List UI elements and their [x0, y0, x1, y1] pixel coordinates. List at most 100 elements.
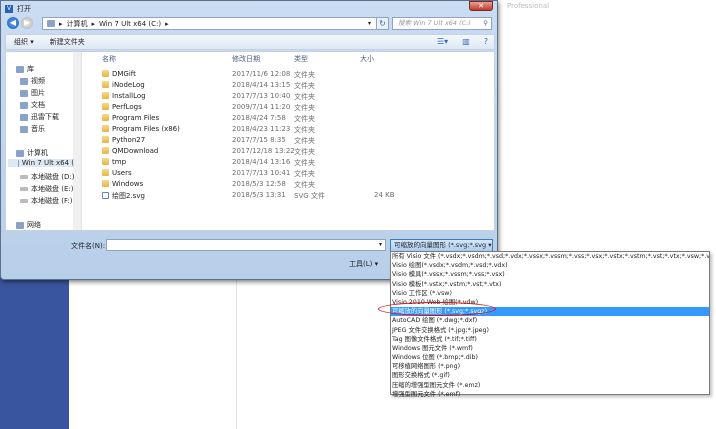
forward-button[interactable]: ▶ [21, 17, 33, 29]
nav-label: 文档 [31, 101, 45, 109]
chevron-down-icon[interactable]: ▾ [379, 241, 382, 248]
file-name: Python27 [102, 136, 145, 144]
file-date: 2018/5/3 12:58 [232, 180, 286, 188]
nav-item-drive-e[interactable]: 本地磁盘 (E:) [20, 184, 73, 194]
filetype-option[interactable]: 可移植网络图形 (*.png) [391, 362, 709, 371]
file-date: 2017/11/6 12:08 [232, 70, 291, 78]
file-type: 文件夹 [294, 137, 315, 145]
nav-item-downloads[interactable]: 迅雷下载 [20, 112, 59, 122]
svg-file-icon [102, 192, 109, 199]
file-row[interactable]: tmp 2018/4/14 13:16 文件夹 [92, 157, 492, 168]
file-date: 2018/5/3 13:31 [232, 191, 286, 199]
music-icon [20, 125, 28, 133]
file-date: 2018/4/14 13:16 [232, 158, 291, 166]
drive-icon [20, 187, 28, 191]
nav-item-network[interactable]: 网络 [16, 220, 41, 230]
filetype-option[interactable]: 增强型图元文件 (*.emf) [391, 390, 709, 399]
drive-icon [20, 175, 28, 179]
file-type: 文件夹 [294, 170, 315, 178]
nav-label: 本地磁盘 (E:) [31, 185, 74, 193]
drive-icon [20, 199, 28, 203]
background-text: Professional [507, 2, 550, 10]
file-row[interactable]: Windows 2018/5/3 12:58 文件夹 [92, 179, 492, 190]
file-row[interactable]: Python27 2017/7/15 8:35 文件夹 [92, 135, 492, 146]
column-type[interactable]: 类型 [294, 54, 308, 64]
filetype-option[interactable]: AutoCAD 绘图 (*.dwg;*.dxf) [391, 316, 709, 325]
file-row[interactable]: Program Files 2018/4/24 7:58 文件夹 [92, 113, 492, 124]
breadcrumb-computer[interactable]: 计算机 [67, 19, 88, 29]
file-name: InstallLog [102, 92, 146, 100]
new-folder-button[interactable]: 新建文件夹 [42, 37, 93, 47]
file-name: iNodeLog [102, 81, 145, 89]
nav-scrollbar[interactable] [73, 52, 81, 230]
file-row[interactable]: InstallLog 2017/7/13 10:40 文件夹 [92, 91, 492, 102]
file-name: Windows [102, 180, 143, 188]
red-highlight-ellipse [378, 302, 496, 316]
file-row[interactable]: DMGift 2017/11/6 12:08 文件夹 [92, 69, 492, 80]
preview-pane-icon[interactable]: ▥ [462, 37, 470, 46]
filetype-option[interactable]: Visio 绘图(*.vsdx;*.vsdm;*.vsd;*.vdx) [391, 261, 709, 270]
filetype-option[interactable]: Windows 位图 (*.bmp;*.dib) [391, 353, 709, 362]
file-row[interactable]: Users 2017/7/13 10:41 文件夹 [92, 168, 492, 179]
file-type: 文件夹 [294, 93, 315, 101]
help-icon[interactable]: ? [484, 37, 488, 46]
filetype-option[interactable]: 压缩的增强型图元文件 (*.emz) [391, 381, 709, 390]
filetype-option[interactable]: 图形交换格式 (*.gif) [391, 371, 709, 380]
file-date: 2017/7/13 10:40 [232, 92, 291, 100]
download-icon [20, 113, 28, 121]
file-row[interactable]: PerfLogs 2009/7/14 11:20 文件夹 [92, 102, 492, 113]
filetype-option[interactable]: 所有 Visio 文件 (*.vsdx;*.vsdm;*.vsd;*.vdx;*… [391, 252, 709, 261]
nav-item-library[interactable]: 库 [16, 64, 34, 74]
tools-button[interactable]: 工具(L) ▾ [349, 259, 378, 269]
nav-item-pictures[interactable]: 图片 [20, 88, 45, 98]
nav-item-computer[interactable]: 计算机 [16, 148, 48, 158]
back-button[interactable]: ◀ [7, 17, 19, 29]
computer-icon [16, 149, 24, 157]
file-row[interactable]: 绘图2.svg 2018/5/3 13:31 SVG 文件 24 KB [92, 190, 492, 201]
filename-input[interactable]: ▾ [106, 239, 386, 251]
nav-label: Win 7 Ult x64 ( [21, 159, 74, 167]
column-date[interactable]: 修改日期 [232, 54, 260, 64]
drive-icon [18, 159, 19, 167]
nav-item-music[interactable]: 音乐 [20, 124, 45, 134]
search-input[interactable]: 搜索 Win 7 Ult x64 (C:) ⚲ [392, 17, 492, 30]
folder-icon [102, 169, 109, 176]
filetype-option[interactable]: Visio 工作区 (*.vsw) [391, 289, 709, 298]
file-date: 2017/7/13 10:41 [232, 169, 291, 177]
file-browser: 库 视频 图片 文档 迅雷下载 音乐 计算机 Win 7 Ult x64 ( 本… [5, 51, 495, 231]
file-row[interactable]: Program Files (x86) 2018/4/23 11:23 文件夹 [92, 124, 492, 135]
background-sidebar [0, 270, 69, 429]
file-name: QMDownload [102, 147, 158, 155]
folder-icon [102, 158, 109, 165]
nav-label: 音乐 [31, 125, 45, 133]
nav-item-video[interactable]: 视频 [20, 76, 45, 86]
column-name[interactable]: 名称 [102, 54, 116, 64]
breadcrumb-drive[interactable]: Win 7 Ult x64 (C:) [99, 20, 161, 28]
organize-button[interactable]: 组织 ▾ [6, 37, 42, 47]
filetype-option[interactable]: JPEG 文件交换格式 (*.jpg;*.jpeg) [391, 326, 709, 335]
close-button[interactable]: ✕ [469, 1, 493, 11]
nav-item-drive-c[interactable]: Win 7 Ult x64 ( [8, 159, 74, 167]
filetype-option[interactable]: Tag 图像文件格式 (*.tif;*.tiff) [391, 335, 709, 344]
network-icon [16, 221, 24, 229]
filetype-dropdown-list: 所有 Visio 文件 (*.vsdx;*.vsdm;*.vsd;*.vdx;*… [390, 251, 710, 398]
file-type: 文件夹 [294, 71, 315, 79]
file-row[interactable]: QMDownload 2017/12/18 13:22 文件夹 [92, 146, 492, 157]
address-dropdown-icon[interactable]: ▾ [368, 20, 371, 27]
file-name: Users [102, 169, 132, 177]
nav-item-drive-f[interactable]: 本地磁盘 (F:) [20, 196, 73, 206]
filetype-option[interactable]: Visio 模具(*.vssx;*.vssm;*.vss;*.vsx) [391, 270, 709, 279]
folder-icon [102, 103, 109, 110]
nav-item-drive-d[interactable]: 本地磁盘 (D:) [20, 172, 74, 182]
nav-item-documents[interactable]: 文档 [20, 100, 45, 110]
folder-icon [102, 180, 109, 187]
filetype-option[interactable]: Windows 图元文件 (*.wmf) [391, 344, 709, 353]
column-size[interactable]: 大小 [360, 54, 374, 64]
address-bar[interactable]: ▸ 计算机 ▸ Win 7 Ult x64 (C:) ▸ ▾ [42, 17, 378, 30]
file-name: PerfLogs [102, 103, 142, 111]
file-row[interactable]: iNodeLog 2018/4/14 13:15 文件夹 [92, 80, 492, 91]
view-options-icon[interactable]: ☰▾ [437, 37, 448, 46]
filetype-option[interactable]: Visio 模板(*.vstx;*.vstm;*.vst;*.vtx) [391, 280, 709, 289]
column-headers: 名称 修改日期 类型 大小 [92, 52, 492, 64]
refresh-button[interactable]: ↻ [376, 17, 389, 30]
